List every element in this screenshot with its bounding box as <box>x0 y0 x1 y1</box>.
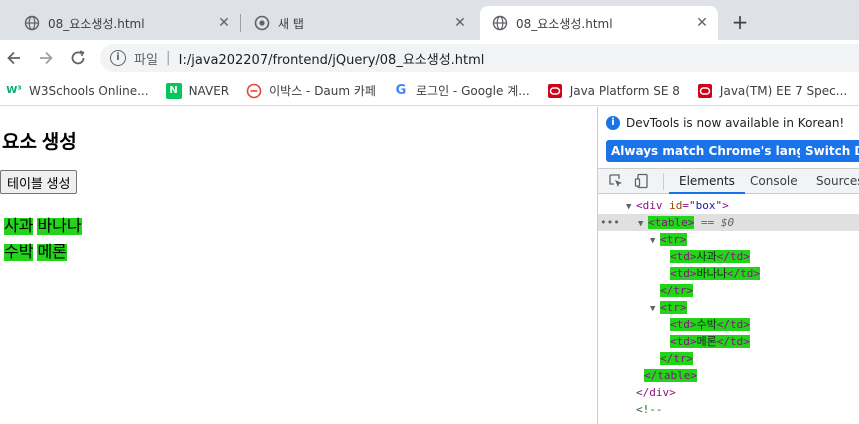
close-icon[interactable]: ✕ <box>694 15 710 31</box>
toolbar-divider <box>663 173 664 190</box>
dom-node-td[interactable]: <td>메론</td> <box>598 333 859 350</box>
scheme-separator: | <box>165 50 171 66</box>
bookmark-label: Java(TM) EE 7 Spec... <box>719 83 848 98</box>
tab-console[interactable]: Console <box>750 169 798 194</box>
inspect-icon[interactable] <box>608 173 624 189</box>
bookmark-naver[interactable]: N NAVER <box>165 82 230 99</box>
bookmark-label: 로그인 - Google 계... <box>415 84 530 98</box>
bookmark-label: Java Platform SE 8 <box>569 83 680 98</box>
dom-node-tr-close[interactable]: </tr> <box>598 350 859 367</box>
tab-elements[interactable]: Elements <box>669 169 745 194</box>
dom-node-tr-close[interactable]: </tr> <box>598 282 859 299</box>
google-icon: G <box>395 83 407 98</box>
w3schools-icon: W³ <box>6 85 22 96</box>
dom-node-td[interactable]: <td>바나나</td> <box>598 265 859 282</box>
globe-icon <box>492 15 508 31</box>
notice-text: DevTools is now available in Korean! <box>626 116 845 130</box>
address-bar[interactable]: i 파일 | I:/java202207/frontend/jQuery/08_… <box>100 44 859 72</box>
bookmark-w3schools[interactable]: W³ W3Schools Online... <box>6 83 149 99</box>
table-cell: 바나나 <box>37 218 82 235</box>
close-icon[interactable]: ✕ <box>216 15 232 31</box>
url-text[interactable]: I:/java202207/frontend/jQuery/08_요소생성.ht… <box>179 49 485 68</box>
dom-node-td[interactable]: <td>사과</td> <box>598 248 859 265</box>
table-row: 수박 메론 <box>2 237 84 263</box>
bookmark-label: NAVER <box>188 83 230 98</box>
dom-node-table-selected[interactable]: ••• ▼ <table> == $0 <box>598 214 859 231</box>
naver-icon: N <box>165 82 182 99</box>
tab-3-active[interactable]: 08_요소생성.html ✕ <box>480 6 718 40</box>
dom-node-comment[interactable]: <!-- <box>598 401 859 418</box>
daum-icon <box>246 83 262 99</box>
reload-icon[interactable] <box>68 48 88 68</box>
table-cell: 수박 <box>4 244 34 261</box>
globe-icon <box>24 15 40 31</box>
bookmark-java-ee7[interactable]: Java(TM) EE 7 Spec... <box>697 83 847 99</box>
back-arrow-icon[interactable] <box>4 48 24 68</box>
oracle-icon <box>547 83 563 99</box>
dom-node-div[interactable]: ▼ <div id="box"> <box>598 197 859 214</box>
dom-node-tr[interactable]: ▼ <tr> <box>598 299 859 316</box>
table-cell: 사과 <box>4 218 34 235</box>
bookmark-google[interactable]: G 로그인 - Google 계... <box>393 82 530 99</box>
bookmarks-bar: W³ W3Schools Online... N NAVER 이박스 - Dau… <box>0 76 859 106</box>
bookmark-label: 이박스 - Daum 카페 <box>269 84 376 98</box>
devtools-panel: i DevTools is now available in Korean! A… <box>597 107 859 424</box>
oracle-icon <box>697 83 713 99</box>
tab-title: 새 탭 <box>278 16 304 31</box>
tab-1[interactable]: 08_요소생성.html ✕ <box>12 6 240 40</box>
tab-title: 08_요소생성.html <box>516 16 613 31</box>
dom-node-div-close[interactable]: </div> <box>598 384 859 401</box>
dom-node-table-close[interactable]: </table> <box>598 367 859 384</box>
table-row: 사과 바나나 <box>2 211 84 237</box>
devtools-tab-bar: Elements Console Sources <box>598 168 859 194</box>
tab-divider <box>240 14 241 32</box>
bookmark-label: W3Schools Online... <box>29 83 149 98</box>
bookmark-java-se8[interactable]: Java Platform SE 8 <box>547 83 680 99</box>
close-icon[interactable]: ✕ <box>452 15 468 31</box>
dom-node-td[interactable]: <td>수박</td> <box>598 316 859 333</box>
switch-devtools-button[interactable]: Switch Dev <box>800 140 859 162</box>
generated-table: 사과 바나나 수박 메론 <box>2 211 84 263</box>
scheme-label: 파일 <box>134 52 158 68</box>
device-toolbar-icon[interactable] <box>634 173 650 189</box>
info-icon[interactable]: i <box>110 50 126 66</box>
tab-title: 08_요소생성.html <box>48 16 145 31</box>
toolbar: i 파일 | I:/java202207/frontend/jQuery/08_… <box>0 40 859 76</box>
chrome-icon <box>254 15 270 31</box>
new-tab-button[interactable]: + <box>729 11 751 33</box>
dom-node-tr[interactable]: ▼ <tr> <box>598 231 859 248</box>
page-viewport: 요소 생성 테이블 생성 사과 바나나 수박 메론 <box>0 107 597 424</box>
more-options-icon[interactable]: ••• <box>600 214 620 231</box>
tab-sources[interactable]: Sources <box>816 169 859 194</box>
tab-strip: 08_요소생성.html ✕ 새 탭 ✕ 08_요소생성.html ✕ + <box>0 0 859 40</box>
tab-2[interactable]: 새 탭 ✕ <box>242 6 476 40</box>
create-table-button[interactable]: 테이블 생성 <box>0 170 78 194</box>
info-icon: i <box>606 116 620 130</box>
forward-arrow-icon[interactable] <box>36 48 56 68</box>
devtools-language-notice: i DevTools is now available in Korean! A… <box>598 107 859 167</box>
page-heading: 요소 생성 <box>2 132 77 153</box>
dom-tree: ▼ <div id="box"> ••• ▼ <table> == $0 ▼ <tr>… <box>598 197 859 418</box>
bookmark-daum[interactable]: 이박스 - Daum 카페 <box>246 82 376 99</box>
table-cell: 메론 <box>37 244 67 261</box>
